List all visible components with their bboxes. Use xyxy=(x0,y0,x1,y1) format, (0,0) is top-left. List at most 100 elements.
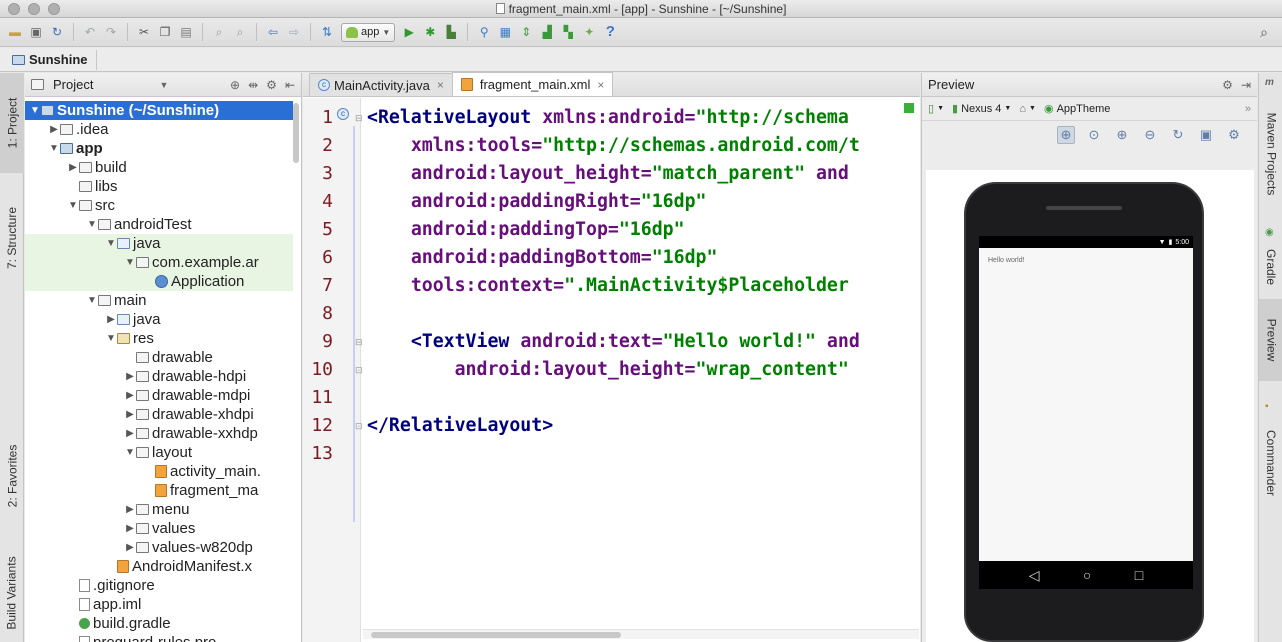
tree-item[interactable]: libs xyxy=(25,177,293,196)
close-icon[interactable]: × xyxy=(597,78,604,92)
tool-tab-gradle[interactable]: Gradle xyxy=(1259,239,1282,294)
collapsed-arrow-icon[interactable]: ▶ xyxy=(124,371,136,382)
tree-item[interactable]: ▼ com.example.ar xyxy=(25,253,293,272)
tab-fragment-main-xml[interactable]: fragment_main.xml × xyxy=(451,72,614,96)
hide-panel-icon[interactable]: ⇤ xyxy=(285,78,295,92)
collapsed-arrow-icon[interactable]: ▶ xyxy=(105,314,117,325)
sdk-manager-icon[interactable]: ▦ xyxy=(498,25,512,39)
tool-tab-favorites[interactable]: 2: Favorites xyxy=(0,423,24,528)
gear-icon[interactable]: ⚙ xyxy=(1222,78,1233,92)
zoom-out-icon[interactable]: ⊖ xyxy=(1141,126,1159,144)
sync-icon[interactable]: ↻ xyxy=(50,25,64,39)
tree-item[interactable]: ▶ menu xyxy=(25,500,293,519)
collapsed-arrow-icon[interactable]: ▶ xyxy=(48,124,60,135)
tree-item[interactable]: app.iml xyxy=(25,595,293,614)
tree-item[interactable]: activity_main. xyxy=(25,462,293,481)
zoom-in-icon[interactable]: ⊕ xyxy=(1113,126,1131,144)
tool-tab-build-variants[interactable]: Build Variants xyxy=(0,543,24,642)
tool-tab-structure[interactable]: 7: Structure xyxy=(0,183,24,293)
tree-item[interactable]: AndroidManifest.x xyxy=(25,557,293,576)
scrollbar-thumb[interactable] xyxy=(371,632,621,638)
tree-item[interactable]: ▼ main xyxy=(25,291,293,310)
search-everywhere-icon[interactable]: ⌕ xyxy=(1260,24,1268,41)
orientation-selector[interactable]: ⌂ ▼ xyxy=(1019,103,1036,115)
expanded-arrow-icon[interactable]: ▼ xyxy=(48,143,60,154)
run-icon[interactable]: ▶ xyxy=(402,25,416,39)
help-icon[interactable]: ? xyxy=(603,24,617,39)
tool-tab-project[interactable]: 1: Project xyxy=(0,73,24,173)
tree-item[interactable]: ▶ java xyxy=(25,310,293,329)
tree-item[interactable]: ▶ values-w820dp xyxy=(25,538,293,557)
fold-marker-icon[interactable]: ⊡ xyxy=(355,365,363,376)
android-device-icon[interactable]: ✦ xyxy=(582,25,596,39)
expanded-arrow-icon[interactable]: ▼ xyxy=(105,333,117,344)
fold-marker-icon[interactable]: ⊟ xyxy=(355,113,363,124)
run-config-selector[interactable]: app ▼ xyxy=(341,22,396,42)
sync-gradle-icon[interactable]: ⇕ xyxy=(519,25,533,39)
expanded-arrow-icon[interactable]: ▼ xyxy=(86,295,98,306)
tree-item[interactable]: ▶ drawable-xxhdp xyxy=(25,424,293,443)
hello-text-view[interactable]: Hello world! xyxy=(988,257,1025,264)
redo-icon[interactable]: ↷ xyxy=(104,25,118,39)
open-folder-icon[interactable]: ▬ xyxy=(8,25,22,39)
tree-item[interactable]: ▶ .idea xyxy=(25,120,293,139)
zoom-to-fit-icon[interactable]: ⊕ xyxy=(1057,126,1075,144)
save-all-icon[interactable]: ▣ xyxy=(29,25,43,39)
replace-icon[interactable]: ⌕ xyxy=(233,25,247,39)
tree-item[interactable]: ▼ src xyxy=(25,196,293,215)
hide-panel-icon[interactable]: ⇥ xyxy=(1241,78,1251,92)
tree-item[interactable]: ▶ build xyxy=(25,158,293,177)
tool-tab-maven-projects[interactable]: Maven Projects xyxy=(1259,91,1282,216)
avd-manager-icon[interactable]: ▟ xyxy=(540,25,554,39)
tree-item[interactable]: ▶ drawable-xhdpi xyxy=(25,405,293,424)
collapsed-arrow-icon[interactable]: ▶ xyxy=(124,523,136,534)
close-icon[interactable]: × xyxy=(437,78,444,92)
tree-item[interactable]: ▼ res xyxy=(25,329,293,348)
expanded-arrow-icon[interactable]: ▼ xyxy=(29,105,41,116)
scroll-from-source-icon[interactable]: ⊕ xyxy=(230,78,240,92)
collapsed-arrow-icon[interactable]: ▶ xyxy=(124,409,136,420)
cut-icon[interactable]: ✂ xyxy=(137,25,151,39)
zoom-actual-icon[interactable]: ⊙ xyxy=(1085,126,1103,144)
tree-item[interactable]: ▼ java xyxy=(25,234,293,253)
device-selector[interactable]: ▮ Nexus 4 ▼ xyxy=(952,102,1011,116)
tree-item[interactable]: fragment_ma xyxy=(25,481,293,500)
collapsed-arrow-icon[interactable]: ▶ xyxy=(124,504,136,515)
tree-item[interactable]: drawable xyxy=(25,348,293,367)
monitor-icon[interactable]: ▚ xyxy=(561,25,575,39)
tree-item[interactable]: ▼ Sunshine (~/Sunshine) xyxy=(25,101,293,120)
project-view-selector[interactable]: Project xyxy=(53,77,93,92)
overflow-icon[interactable]: » xyxy=(1245,103,1251,115)
tree-item[interactable]: ▶ drawable-mdpi xyxy=(25,386,293,405)
make-project-icon[interactable]: ⇅ xyxy=(320,25,334,39)
find-icon[interactable]: ⌕ xyxy=(212,25,226,39)
scrollbar[interactable] xyxy=(293,103,299,163)
minimize-window-button[interactable] xyxy=(28,3,40,15)
collapsed-arrow-icon[interactable]: ▶ xyxy=(67,162,79,173)
expanded-arrow-icon[interactable]: ▼ xyxy=(67,200,79,211)
back-icon[interactable]: ⇦ xyxy=(266,25,280,39)
tree-item[interactable]: ▼ layout xyxy=(25,443,293,462)
tool-tab-commander[interactable]: Commander xyxy=(1259,413,1282,513)
paste-icon[interactable]: ▤ xyxy=(179,25,193,39)
fold-marker-icon[interactable]: ⊡ xyxy=(355,421,363,432)
settings-icon[interactable]: ⚙ xyxy=(1225,126,1243,144)
collapse-all-icon[interactable]: ⇹ xyxy=(248,78,258,92)
tree-item[interactable]: ▶ drawable-hdpi xyxy=(25,367,293,386)
refresh-icon[interactable]: ↻ xyxy=(1169,126,1187,144)
tree-item[interactable]: ▶ values xyxy=(25,519,293,538)
breadcrumb-project[interactable]: Sunshine xyxy=(12,49,97,70)
tree-item[interactable]: build.gradle xyxy=(25,614,293,633)
tree-item[interactable]: Application xyxy=(25,272,293,291)
tool-tab-preview[interactable]: Preview xyxy=(1259,299,1282,381)
screenshot-icon[interactable]: ▣ xyxy=(1197,126,1215,144)
preview-config-button[interactable]: ▯ ▼ xyxy=(928,102,944,115)
gear-icon[interactable]: ⚙ xyxy=(266,78,277,92)
expanded-arrow-icon[interactable]: ▼ xyxy=(124,447,136,458)
expanded-arrow-icon[interactable]: ▼ xyxy=(86,219,98,230)
debug-icon[interactable]: ✱ xyxy=(423,25,437,39)
close-window-button[interactable] xyxy=(8,3,20,15)
collapsed-arrow-icon[interactable]: ▶ xyxy=(124,428,136,439)
tree-item[interactable]: ▼ app xyxy=(25,139,293,158)
tab-mainactivity-java[interactable]: c MainActivity.java × xyxy=(309,73,453,96)
